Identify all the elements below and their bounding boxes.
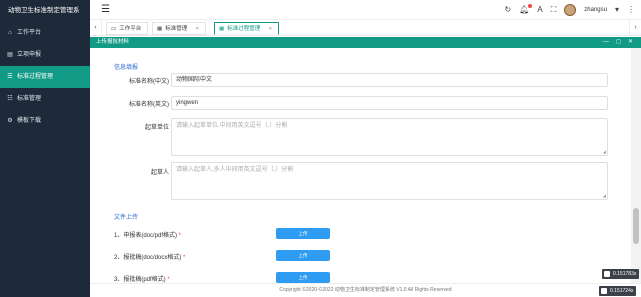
username[interactable]: zhangsu <box>584 7 607 13</box>
drafting-unit-textarea[interactable]: 请输入起草单位,中间用英文逗号（,）分割 ◢ <box>171 118 608 156</box>
file-icon: ▤ <box>7 52 13 58</box>
name-cn-field[interactable]: 动物国际中文 <box>171 73 608 87</box>
sidebar-item-standard-management[interactable]: ☷ 标准管理 <box>0 88 90 110</box>
required-mark: * <box>177 233 182 239</box>
label-text: 2、报批稿(doc/docx格式) <box>114 255 182 261</box>
drafter-label: 起草人 * <box>151 167 173 176</box>
tab-label: 标准管理 <box>165 26 188 32</box>
upload-button-application-form[interactable]: 上传 <box>276 228 330 239</box>
maximize-icon[interactable]: ◻ <box>616 37 621 48</box>
sidebar-item-label: 工作平台 <box>17 30 42 36</box>
upload-label-draft-doc: 2、报批稿(doc/docx格式) * <box>114 252 185 261</box>
dialog-header: 上传报批材料 — ◻ ✕ <box>90 37 641 48</box>
upload-label-application-form: 1、申报表(doc/pdf格式) * <box>114 230 181 239</box>
label-text: 标准名称(英文) <box>128 102 169 108</box>
resize-handle-icon[interactable]: ◢ <box>603 150 606 154</box>
footer-copyright: Copyright ©2020-©2022 动物卫生标准制定管理系统 V1.0 … <box>90 283 641 297</box>
drafter-textarea[interactable]: 请输入起草人,多人中间用英文逗号（,）分割 ◢ <box>171 162 608 200</box>
top-header: ☰ ↻ 🔔︎ A ⛶ zhangsu ▾ ⋮ <box>90 0 641 20</box>
sidebar-item-label: 模板下载 <box>17 118 42 124</box>
name-cn-label: 标准名称(中文) * <box>129 76 173 85</box>
font-size-icon[interactable]: A <box>537 3 542 17</box>
resize-handle-icon[interactable]: ◢ <box>603 194 606 198</box>
monitor-icon: ▭ <box>111 26 117 32</box>
tab-standard-management[interactable]: ▦ 标准管理 ✕ <box>152 22 207 35</box>
settings-icon: ⚙ <box>7 118 13 124</box>
dialog-controls: — ◻ ✕ <box>603 37 633 48</box>
dialog-title: 上传报批材料 <box>96 39 130 45</box>
dialog-body: 信息填报 标准名称(中文) * 动物国际中文 标准名称(英文) * yingwe… <box>90 48 631 283</box>
tab-label: 工作平台 <box>119 26 142 32</box>
label-text: 起草人 <box>150 170 169 176</box>
timing-text: 0.151724s <box>610 288 634 294</box>
fullscreen-icon[interactable]: ⛶ <box>551 3 557 17</box>
sidebar-item-label: 立项申报 <box>17 52 42 58</box>
upload-label-draft-pdf: 3、报批稿(pdf格式) * <box>114 274 170 283</box>
upload-button-draft-pdf[interactable]: 上传 <box>276 272 330 283</box>
sidebar-item-project-application[interactable]: ▤ 立项申报 <box>0 44 90 66</box>
timing-chip: 0.151724s <box>599 286 637 296</box>
tab-workbench[interactable]: ▭ 工作平台 <box>106 22 149 35</box>
timer-icon <box>601 288 607 294</box>
tab-scroll-left-icon[interactable]: ‹ <box>90 20 102 36</box>
refresh-icon[interactable]: ↻ <box>504 3 511 17</box>
timing-chip: 0.151783s <box>602 269 640 279</box>
timer-icon <box>604 271 610 277</box>
tab-bar: ‹ ▭ 工作平台 ▦ 标准管理 ✕ ▦ 标准过程管理 ✕ › <box>90 20 641 36</box>
label-text: 1、申报表(doc/pdf格式) <box>114 233 178 239</box>
avatar[interactable] <box>564 4 577 16</box>
upload-button-draft-doc[interactable]: 上传 <box>276 250 330 261</box>
drafting-unit-label: 起草单位 * <box>145 122 173 131</box>
list-icon: ☰ <box>7 74 13 80</box>
tab-scroll-right-icon[interactable]: › <box>629 20 641 36</box>
grid-icon: ☷ <box>7 96 13 102</box>
hamburger-icon[interactable]: ☰ <box>101 4 110 16</box>
label-text: 起草单位 <box>144 125 169 131</box>
info-section-title: 信息填报 <box>114 65 139 71</box>
chevron-down-icon[interactable]: ▾ <box>615 3 619 17</box>
home-icon: ⌂ <box>8 30 12 36</box>
close-icon[interactable]: ✕ <box>628 37 633 48</box>
tab-label: 标准过程管理 <box>227 26 261 32</box>
required-mark: * <box>181 255 186 261</box>
app-title: 动物卫生标准制定管理系 <box>8 7 80 14</box>
bell-icon[interactable]: 🔔︎ <box>519 3 533 17</box>
label-text: 标准名称(中文) <box>128 79 169 85</box>
name-en-label: 标准名称(英文) * <box>129 99 173 108</box>
notification-dot <box>528 4 533 8</box>
upload-section-title: 文件上传 <box>114 215 139 221</box>
tab-process-management[interactable]: ▦ 标准过程管理 ✕ <box>214 22 280 35</box>
scrollbar-thumb[interactable] <box>633 208 639 244</box>
minimize-icon[interactable]: — <box>603 37 609 48</box>
sidebar-item-workbench[interactable]: ⌂ 工作平台 <box>0 22 90 44</box>
table-icon: ▦ <box>157 26 163 32</box>
sidebar-item-label: 标准过程管理 <box>17 74 54 80</box>
vertical-scrollbar[interactable] <box>631 48 641 283</box>
close-icon[interactable]: ✕ <box>195 26 199 32</box>
name-en-field[interactable]: yingwen <box>171 96 608 110</box>
sidebar-item-template-download[interactable]: ⚙ 模板下载 <box>0 110 90 132</box>
sidebar-item-label: 标准管理 <box>17 96 42 102</box>
close-icon[interactable]: ✕ <box>268 26 272 32</box>
header-toolbar: ↻ 🔔︎ A ⛶ zhangsu ▾ ⋮ <box>504 3 635 17</box>
sidebar: 动物卫生标准制定管理系 ⌂ 工作平台 ▤ 立项申报 ☰ 标准过程管理 ☷ 标准管… <box>0 0 90 297</box>
sidebar-item-process-management[interactable]: ☰ 标准过程管理 <box>0 66 90 88</box>
more-icon[interactable]: ⋮ <box>627 3 635 17</box>
timing-text: 0.151783s <box>613 271 637 277</box>
table-icon: ▦ <box>219 26 225 32</box>
drafting-unit-placeholder: 请输入起草单位,中间用英文逗号（,）分割 <box>176 123 288 129</box>
drafter-placeholder: 请输入起草人,多人中间用英文逗号（,）分割 <box>176 167 294 173</box>
